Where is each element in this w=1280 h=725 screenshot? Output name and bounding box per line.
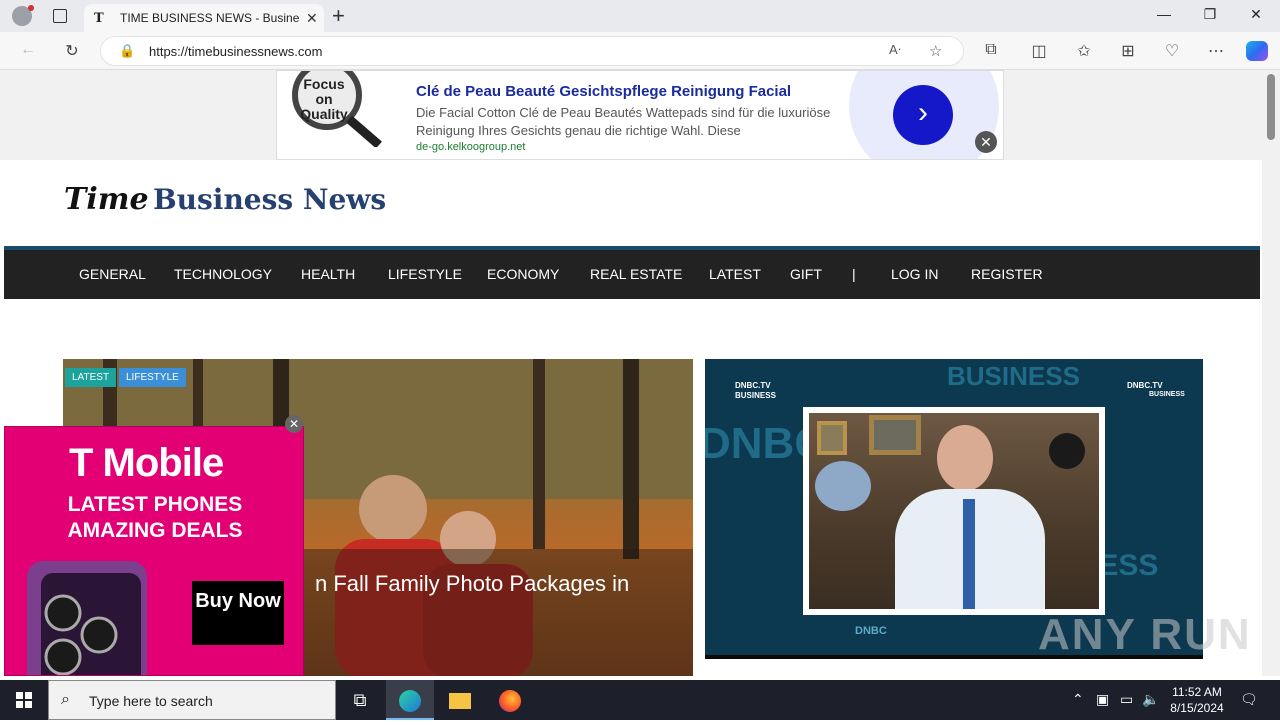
nav-separator: | bbox=[852, 266, 856, 282]
ad-title[interactable]: Clé de Peau Beauté Gesichtspflege Reinig… bbox=[416, 83, 791, 100]
collections-icon[interactable]: ⊞ bbox=[1118, 41, 1138, 61]
flower-vase bbox=[815, 461, 871, 511]
tag-lifestyle[interactable]: LIFESTYLE bbox=[119, 368, 186, 387]
scrollbar-thumb[interactable] bbox=[1267, 74, 1275, 140]
clock-date: 8/15/2024 bbox=[1170, 701, 1224, 715]
more-menu-icon[interactable]: ⋯ bbox=[1206, 41, 1226, 61]
lens-text: Focus on Quality bbox=[300, 76, 348, 122]
edge-taskbar-icon[interactable] bbox=[386, 680, 434, 720]
address-bar[interactable]: 🔒 https://timebusinessnews.com Aᐧ ☆ bbox=[100, 36, 964, 66]
browser-essentials-icon[interactable]: ♡ bbox=[1162, 41, 1182, 61]
nav-general[interactable]: GENERAL bbox=[79, 266, 146, 282]
ad-line-latest-phones: LATEST PHONES bbox=[67, 493, 243, 516]
tmobile-logo: T Mobile bbox=[69, 441, 224, 485]
ad-domain[interactable]: de-go.kelkoogroup.net bbox=[416, 141, 525, 153]
tab-title: TIME BUSINESS NEWS - Business bbox=[120, 11, 300, 25]
close-window-button[interactable]: ✕ bbox=[1246, 6, 1266, 23]
clock-time: 11:52 AM bbox=[1172, 685, 1222, 699]
windows-taskbar: ⌕ Type here to search ⧉ ⌃ ▣ ▭ 🔈 11:52 AM… bbox=[0, 680, 1280, 720]
buy-now-button[interactable]: Buy Now bbox=[192, 581, 284, 645]
picture-frame-left bbox=[817, 421, 847, 455]
network-icon[interactable]: ▭ bbox=[1120, 691, 1133, 708]
site-logo[interactable]: Time Business News bbox=[64, 182, 386, 217]
file-explorer-icon[interactable] bbox=[436, 680, 484, 720]
phone-image bbox=[27, 561, 147, 675]
tray-overflow-icon[interactable]: ⌃ bbox=[1072, 691, 1084, 708]
nav-lifestyle[interactable]: LIFESTYLE bbox=[388, 266, 462, 282]
nav-gift[interactable]: GIFT bbox=[790, 266, 822, 282]
refresh-icon[interactable]: ↻ bbox=[62, 41, 82, 61]
tmobile-side-ad[interactable]: T Mobile LATEST PHONES AMAZING DEALS Buy… bbox=[4, 426, 304, 676]
profile-alert-dot bbox=[28, 5, 34, 11]
tag-latest[interactable]: LATEST bbox=[65, 368, 117, 387]
page-viewport: Focus on Quality Clé de Peau Beauté Gesi… bbox=[0, 70, 1262, 676]
lock-icon[interactable]: 🔒 bbox=[119, 43, 135, 59]
notifications-icon[interactable]: 🗨 bbox=[1240, 691, 1258, 708]
minimize-button[interactable]: — bbox=[1154, 6, 1174, 22]
logo-word-business-news: Business News bbox=[153, 183, 387, 216]
ad-line-amazing-deals: AMAZING DEALS bbox=[67, 519, 243, 542]
back-icon[interactable]: ← bbox=[18, 41, 38, 59]
video-channel-sub: BUSINESS bbox=[735, 391, 776, 400]
read-aloud-icon[interactable]: Aᐧ bbox=[889, 42, 901, 58]
taskbar-search-box[interactable]: ⌕ Type here to search bbox=[48, 680, 336, 720]
extensions-icon[interactable]: ⧉ bbox=[981, 41, 1001, 59]
split-screen-icon[interactable]: ◫ bbox=[1029, 41, 1049, 61]
copilot-icon[interactable] bbox=[1246, 41, 1268, 61]
video-frame bbox=[803, 407, 1105, 615]
firefox-icon[interactable] bbox=[486, 680, 534, 720]
video-corner-label: DNBC.TV bbox=[1127, 381, 1163, 390]
nav-economy[interactable]: ECONOMY bbox=[487, 266, 559, 282]
ad-close-button[interactable]: ✕ bbox=[975, 131, 997, 153]
video-footer-logo: DNBC bbox=[855, 625, 887, 637]
decor-sphere bbox=[1049, 433, 1085, 469]
start-button[interactable] bbox=[0, 680, 48, 720]
speaker-scene bbox=[809, 413, 1099, 609]
nav-register[interactable]: REGISTER bbox=[971, 266, 1043, 282]
anyrun-watermark: ANY RUN bbox=[1038, 610, 1252, 659]
browser-tab-strip: T TIME BUSINESS NEWS - Business ✕ + — ❐ … bbox=[0, 0, 1280, 32]
nav-technology[interactable]: TECHNOLOGY bbox=[174, 266, 272, 282]
video-channel-label: DNBC.TV bbox=[735, 381, 771, 390]
video-corner-sub: BUSINESS bbox=[1149, 391, 1185, 398]
tab-close-button[interactable]: ✕ bbox=[306, 10, 318, 27]
nav-real-estate[interactable]: REAL ESTATE bbox=[590, 266, 682, 282]
search-icon: ⌕ bbox=[61, 691, 70, 708]
windows-logo-icon bbox=[16, 692, 32, 708]
nav-health[interactable]: HEALTH bbox=[301, 266, 355, 282]
tray-device-icon[interactable]: ▣ bbox=[1096, 691, 1109, 708]
hero-headline[interactable]: n Fall Family Photo Packages in bbox=[315, 571, 629, 597]
browser-tab[interactable]: T TIME BUSINESS NEWS - Business ✕ bbox=[84, 4, 324, 32]
top-banner-ad[interactable]: Focus on Quality Clé de Peau Beauté Gesi… bbox=[276, 70, 1004, 160]
restore-button[interactable]: ❐ bbox=[1200, 6, 1220, 23]
speaker-head bbox=[937, 425, 993, 491]
picture-frame-center bbox=[869, 415, 921, 455]
speaker-tie bbox=[963, 499, 975, 609]
tab-actions-icon[interactable] bbox=[53, 9, 67, 23]
nav-latest[interactable]: LATEST bbox=[709, 266, 761, 282]
url-text[interactable]: https://timebusinessnews.com bbox=[149, 44, 322, 59]
taskbar-clock[interactable]: 11:52 AM 8/15/2024 bbox=[1162, 684, 1232, 716]
nav-login[interactable]: LOG IN bbox=[891, 266, 938, 282]
ad-arrow-button[interactable]: › bbox=[893, 85, 953, 145]
side-ad-close-button[interactable]: ✕ bbox=[285, 415, 303, 433]
task-view-icon[interactable]: ⧉ bbox=[336, 680, 384, 720]
video-bg-word: BUSINESS bbox=[947, 361, 1080, 391]
favorite-star-icon[interactable]: ☆ bbox=[929, 42, 942, 60]
page-scrollbar[interactable] bbox=[1262, 70, 1280, 676]
favicon-icon: T bbox=[94, 10, 104, 26]
ad-description: Die Facial Cotton Clé de Peau Beautés Wa… bbox=[416, 105, 831, 138]
main-nav: GENERAL TECHNOLOGY HEALTH LIFESTYLE ECON… bbox=[4, 250, 1260, 299]
new-tab-button[interactable]: + bbox=[332, 3, 345, 29]
logo-word-time: Time bbox=[64, 182, 149, 217]
search-placeholder[interactable]: Type here to search bbox=[89, 693, 213, 709]
volume-icon[interactable]: 🔈 bbox=[1142, 691, 1159, 708]
favorites-icon[interactable]: ✩ bbox=[1074, 41, 1094, 61]
top-ad-band: Focus on Quality Clé de Peau Beauté Gesi… bbox=[0, 70, 1262, 160]
browser-toolbar: ← ↻ 🔒 https://timebusinessnews.com Aᐧ ☆ … bbox=[0, 32, 1280, 70]
